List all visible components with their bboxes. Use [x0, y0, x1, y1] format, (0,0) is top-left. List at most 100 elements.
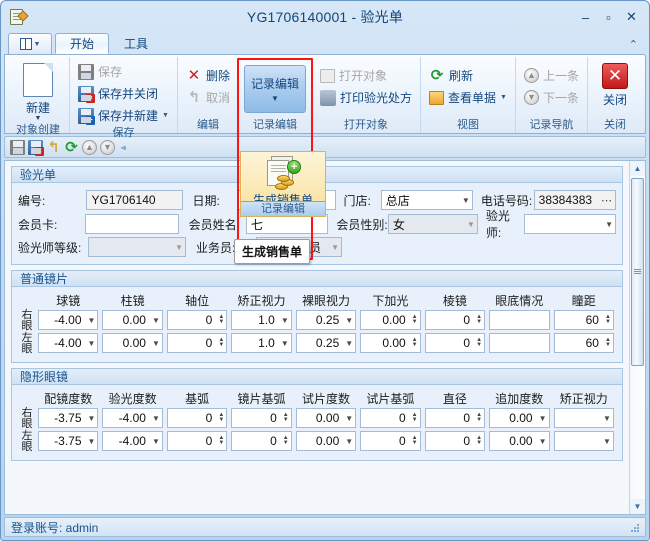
select-optometrist[interactable]: ▼ — [524, 214, 616, 234]
chevron-down-icon[interactable]: ▼ — [342, 414, 353, 423]
spinner-icon[interactable]: ▲▼ — [473, 338, 482, 348]
cell-input-combo[interactable]: ▼ — [554, 408, 614, 428]
cell-input-spin[interactable]: 0▲▼ — [425, 310, 485, 330]
spinner-icon[interactable]: ▲▼ — [409, 436, 418, 446]
cell-input-spin[interactable]: 0▲▼ — [425, 431, 485, 451]
chevron-down-icon[interactable]: ▼ — [328, 243, 339, 252]
spinner-icon[interactable]: ▲▼ — [215, 315, 224, 325]
cell-input-spin[interactable]: 60▲▼ — [554, 310, 614, 330]
cell-input-spin[interactable]: 0▲▼ — [167, 431, 227, 451]
tab-start[interactable]: 开始 — [55, 33, 109, 54]
scrollbar-track[interactable] — [630, 176, 645, 499]
qat-save-close-icon[interactable]: × — [28, 140, 43, 155]
cancel-button[interactable]: ↰ 取消 — [181, 87, 235, 108]
scroll-up-icon[interactable]: ▲ — [630, 161, 645, 176]
chevron-down-icon[interactable]: ▼ — [278, 339, 289, 348]
qat-previous-icon[interactable]: ▲ — [82, 140, 97, 155]
chevron-down-icon[interactable]: ▼ — [149, 414, 160, 423]
ribbon-collapse-icon[interactable]: ⌃ — [629, 38, 638, 51]
new-button[interactable]: 新建 ▼ — [10, 59, 66, 123]
cell-input-combo[interactable]: ▼ — [554, 431, 614, 451]
cell-input-combo[interactable]: 0.00▼ — [296, 408, 356, 428]
cell-input-combo[interactable]: -3.75▼ — [38, 431, 98, 451]
chevron-down-icon[interactable]: ▼ — [149, 339, 160, 348]
ellipsis-icon[interactable]: ⋯ — [599, 194, 613, 207]
chevron-down-icon[interactable]: ▼ — [149, 316, 160, 325]
close-button[interactable]: ✕ 关闭 — [591, 59, 639, 109]
application-menu-button[interactable]: ▼ — [8, 33, 52, 54]
open-object-button[interactable]: 打开对象 — [315, 65, 417, 86]
chevron-down-icon[interactable]: ▼ — [536, 437, 547, 446]
spinner-icon[interactable]: ▲▼ — [280, 413, 289, 423]
cell-input-combo[interactable]: -3.75▼ — [38, 408, 98, 428]
qat-undo-icon[interactable]: ↰ — [46, 140, 61, 155]
cell-input-spin[interactable]: 0▲▼ — [231, 408, 291, 428]
input-code[interactable]: YG1706140 — [86, 190, 182, 210]
cell-input-combo[interactable]: 0.00▼ — [489, 408, 549, 428]
save-and-new-button[interactable]: + 保存并新建 ▼ — [73, 105, 174, 126]
cell-input-spin[interactable]: 0▲▼ — [360, 408, 420, 428]
cell-input-combo[interactable]: 0.00▼ — [102, 333, 162, 353]
maximize-icon[interactable]: ▫ — [598, 8, 619, 26]
spinner-icon[interactable]: ▲▼ — [215, 436, 224, 446]
cell-input-spin[interactable]: 0▲▼ — [425, 408, 485, 428]
spinner-icon[interactable]: ▲▼ — [602, 315, 611, 325]
spinner-icon[interactable]: ▲▼ — [602, 338, 611, 348]
view-document-button[interactable]: 查看单据 ▼ — [424, 87, 512, 108]
cell-input-spin[interactable]: 0▲▼ — [231, 431, 291, 451]
chevron-down-icon[interactable]: ▼ — [85, 339, 96, 348]
select-store[interactable]: 总店 ▼ — [381, 190, 473, 210]
spinner-icon[interactable]: ▲▼ — [473, 436, 482, 446]
cell-input-combo[interactable]: -4.00▼ — [102, 408, 162, 428]
spinner-icon[interactable]: ▲▼ — [280, 436, 289, 446]
chevron-down-icon[interactable]: ▼ — [342, 316, 353, 325]
select-optometrist-level[interactable]: ▼ — [88, 237, 186, 257]
cell-input-combo[interactable]: 0.25▼ — [296, 333, 356, 353]
chevron-down-icon[interactable]: ▼ — [172, 243, 183, 252]
cell-input-spin[interactable]: 0▲▼ — [167, 333, 227, 353]
input-phone[interactable]: 38384383 ⋯ — [534, 190, 616, 210]
cell-input-text[interactable] — [489, 333, 549, 353]
chevron-down-icon[interactable]: ▼ — [342, 437, 353, 446]
chevron-down-icon[interactable]: ▼ — [85, 414, 96, 423]
vertical-scrollbar[interactable]: ▲ ▼ — [629, 161, 645, 514]
chevron-down-icon[interactable]: ▼ — [600, 437, 611, 446]
chevron-down-icon[interactable]: ▼ — [464, 220, 475, 229]
chevron-down-icon[interactable]: ▼ — [271, 95, 279, 102]
chevron-down-icon[interactable]: ▼ — [602, 220, 613, 229]
save-and-close-button[interactable]: × 保存并关闭 — [73, 83, 174, 104]
next-record-button[interactable]: ▼ 下一条 — [519, 87, 584, 108]
cell-input-spin[interactable]: 0▲▼ — [360, 431, 420, 451]
spinner-icon[interactable]: ▲▼ — [473, 413, 482, 423]
cell-input-combo[interactable]: 0.25▼ — [296, 310, 356, 330]
chevron-down-icon[interactable]: ▼ — [342, 339, 353, 348]
delete-button[interactable]: ✕ 删除 — [181, 65, 235, 86]
chevron-down-icon[interactable]: ▼ — [536, 414, 547, 423]
chevron-down-icon[interactable]: ▼ — [85, 437, 96, 446]
chevron-down-icon[interactable]: ▼ — [85, 316, 96, 325]
chevron-down-icon[interactable]: ▼ — [500, 94, 507, 101]
qat-next-icon[interactable]: ▼ — [100, 140, 115, 155]
chevron-down-icon[interactable]: ▼ — [149, 437, 160, 446]
scrollbar-thumb[interactable] — [631, 178, 644, 366]
cell-input-combo[interactable]: -4.00▼ — [102, 431, 162, 451]
scroll-down-icon[interactable]: ▼ — [630, 499, 645, 514]
spinner-icon[interactable]: ▲▼ — [409, 315, 418, 325]
cell-input-spin[interactable]: 60▲▼ — [554, 333, 614, 353]
chevron-down-icon[interactable]: ▼ — [162, 112, 169, 119]
input-member-name[interactable]: 七 — [246, 214, 328, 234]
resize-grip-icon[interactable] — [629, 522, 639, 532]
cell-input-text[interactable] — [489, 310, 549, 330]
spinner-icon[interactable]: ▲▼ — [409, 413, 418, 423]
cell-input-spin[interactable]: 0.00▲▼ — [360, 310, 420, 330]
close-icon[interactable]: ✕ — [621, 8, 642, 26]
chevron-down-icon[interactable]: ▼ — [600, 414, 611, 423]
tab-tools[interactable]: 工具 — [109, 33, 163, 54]
input-member-card[interactable] — [85, 214, 179, 234]
spinner-icon[interactable]: ▲▼ — [409, 338, 418, 348]
chevron-down-icon[interactable]: ▼ — [459, 196, 470, 205]
record-edit-button[interactable]: 记录编辑 ▼ — [244, 65, 306, 113]
cell-input-combo[interactable]: 1.0▼ — [231, 333, 291, 353]
cell-input-combo[interactable]: 1.0▼ — [231, 310, 291, 330]
cell-input-spin[interactable]: 0.00▲▼ — [360, 333, 420, 353]
